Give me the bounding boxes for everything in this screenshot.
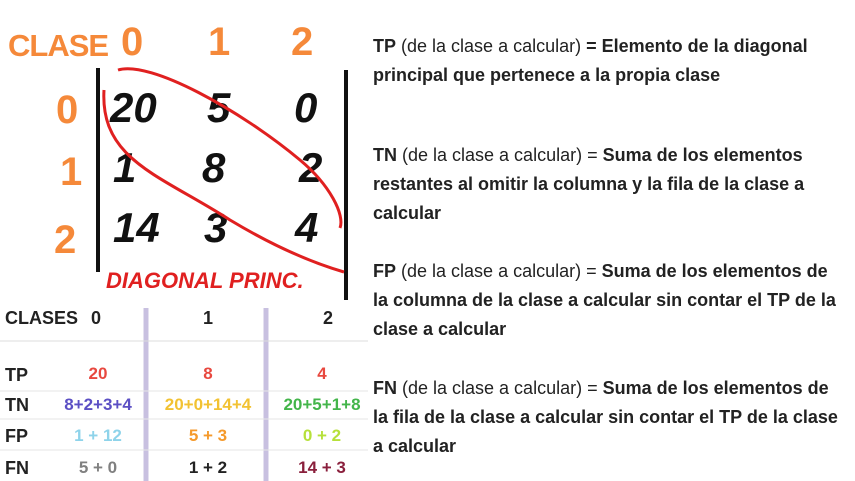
table-col-header-2: 2 bbox=[323, 308, 334, 328]
row-label-tp: TP bbox=[5, 365, 29, 385]
table-cell-fp-2: 0 + 2 bbox=[302, 426, 342, 445]
table-cell-fn-2: 14 + 3 bbox=[298, 458, 346, 477]
table-cell-fn-1: 1 + 2 bbox=[188, 458, 228, 477]
definition-paren: (de la clase a calcular) bbox=[396, 36, 587, 56]
diagonal-ellipse-bottom bbox=[102, 89, 345, 274]
table-cell-tn-2: 20+5+1+8 bbox=[283, 395, 361, 414]
table-cell-tp-2: 4 bbox=[317, 364, 327, 383]
definition-paren: (de la clase a calcular) = bbox=[397, 145, 603, 165]
definition-tp: TP (de la clase a calcular) = Elemento d… bbox=[373, 32, 843, 90]
row-label-fp: FP bbox=[5, 426, 29, 446]
table-cell-fp-0: 1 + 12 bbox=[74, 426, 122, 445]
table-col-header-1: 1 bbox=[203, 308, 214, 328]
table-cell-fn-0: 5 + 0 bbox=[78, 458, 118, 477]
definition-term: TN bbox=[373, 145, 397, 165]
definition-fp: FP (de la clase a calcular) = Suma de lo… bbox=[373, 257, 843, 344]
diagonal-ellipse-top bbox=[117, 67, 343, 229]
definition-fn: FN (de la clase a calcular) = Suma de lo… bbox=[373, 374, 843, 461]
table-col-header-0: 0 bbox=[91, 308, 102, 328]
definition-paren: (de la clase a calcular) = bbox=[397, 378, 603, 398]
table-cell-tp-0: 20 bbox=[88, 364, 108, 383]
table-cell-fp-1: 5 + 3 bbox=[188, 426, 228, 445]
definition-tn: TN (de la clase a calcular) = Suma de lo… bbox=[373, 141, 843, 228]
table-header-label: CLASES bbox=[5, 308, 79, 328]
table-cell-tp-1: 8 bbox=[203, 364, 213, 383]
definition-term: TP bbox=[373, 36, 397, 56]
table-cell-tn-0: 8+2+3+4 bbox=[64, 395, 132, 414]
definition-term: FP bbox=[373, 261, 397, 281]
definition-term: FN bbox=[373, 378, 397, 398]
row-label-tn: TN bbox=[5, 395, 29, 415]
definition-paren: (de la clase a calcular) = bbox=[396, 261, 602, 281]
row-label-fn: FN bbox=[5, 458, 29, 478]
table-cell-tn-1: 20+0+14+4 bbox=[164, 395, 252, 414]
